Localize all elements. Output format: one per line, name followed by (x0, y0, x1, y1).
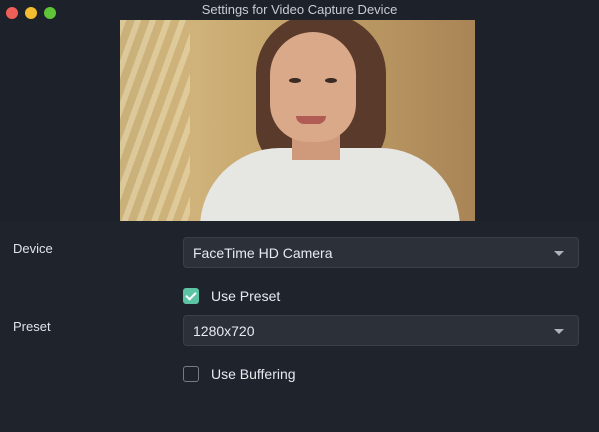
camera-preview (120, 20, 475, 221)
use-preset-checkbox[interactable] (183, 288, 199, 304)
preset-label: Preset (13, 319, 51, 334)
title-bar: Settings for Video Capture Device (0, 0, 599, 20)
preset-select-value: 1280x720 (193, 323, 255, 339)
use-buffering-checkbox[interactable] (183, 366, 199, 382)
device-select[interactable]: FaceTime HD Camera (183, 237, 579, 268)
device-select-value: FaceTime HD Camera (193, 245, 333, 261)
preset-select[interactable]: 1280x720 (183, 315, 579, 346)
use-preset-label[interactable]: Use Preset (211, 288, 280, 304)
window-title: Settings for Video Capture Device (201, 2, 398, 17)
chevron-down-icon (554, 329, 564, 334)
use-buffering-label[interactable]: Use Buffering (211, 366, 296, 382)
settings-window: Settings for Video Capture Device Device… (0, 0, 599, 432)
chevron-down-icon (554, 251, 564, 256)
preview-area (0, 20, 599, 221)
device-label: Device (13, 241, 53, 256)
settings-form: Device FaceTime HD Camera Use Preset Pre… (0, 221, 599, 432)
